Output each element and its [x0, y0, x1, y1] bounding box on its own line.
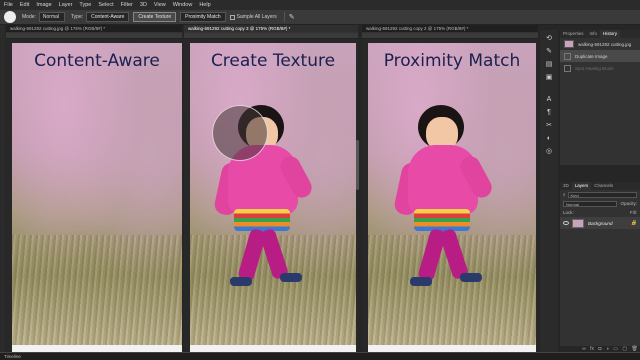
sample-all-layers-label: Sample All Layers: [236, 14, 277, 20]
menu-bar: File Edit Image Layer Type Select Filter…: [0, 0, 640, 10]
menu-image[interactable]: Image: [36, 0, 51, 10]
tab-3d[interactable]: 3D: [560, 182, 572, 190]
paragraph-icon[interactable]: ¶: [544, 109, 554, 117]
layer-name: Background: [588, 220, 613, 226]
mode-select[interactable]: Normal: [38, 12, 65, 22]
lock-label: Lock:: [563, 210, 574, 215]
ruler: [362, 33, 538, 39]
blend-mode-select[interactable]: Normal: [563, 200, 618, 207]
canvas-3[interactable]: Proximity Match: [368, 43, 536, 353]
menu-edit[interactable]: Edit: [20, 0, 29, 10]
tab-channels[interactable]: Channels: [591, 182, 616, 190]
history-item[interactable]: Duplicate Image: [560, 50, 640, 62]
menu-type[interactable]: Type: [79, 0, 91, 10]
history-icon[interactable]: ⟲: [544, 35, 554, 43]
eye-icon[interactable]: [563, 221, 569, 225]
tools-icon[interactable]: ✂: [544, 122, 554, 130]
fill-label: Fill:: [630, 210, 637, 215]
striped-skirt: [234, 209, 290, 231]
mode-label: Mode:: [22, 14, 36, 20]
document-pane-1: walking-591292 cutting.jpg @ 175% (RGB/8…: [6, 25, 182, 356]
history-snapshot[interactable]: walking-591292 cutting.jpg: [560, 38, 640, 50]
method-caption: Content-Aware: [34, 51, 160, 71]
search-icon: ⌕: [563, 192, 566, 197]
shoe: [280, 273, 302, 282]
sample-all-layers-checkbox[interactable]: [229, 14, 235, 20]
history-item[interactable]: Spot Healing Brush: [560, 62, 640, 74]
pressure-icon[interactable]: ✎: [289, 13, 295, 21]
character-icon[interactable]: A: [544, 96, 554, 104]
layers-panel-tabs: 3D Layers Channels: [560, 182, 640, 190]
lock-row: Lock: Fill:: [560, 208, 640, 217]
history-state-icon: [564, 52, 571, 60]
type-label: Type:: [70, 14, 84, 20]
shoe: [230, 277, 252, 286]
tab-info[interactable]: Info: [587, 30, 601, 38]
timeline-bar[interactable]: Timeline: [0, 352, 640, 360]
document-tab-2[interactable]: walking-591292 cutting copy 3 @ 175% (RG…: [184, 25, 358, 33]
canvas-2[interactable]: Create Texture: [190, 43, 356, 353]
brush-settings-icon[interactable]: ▤: [544, 61, 554, 69]
menu-view[interactable]: View: [154, 0, 166, 10]
content-aware-button[interactable]: Content-Aware: [86, 12, 130, 22]
brush-preset-icon[interactable]: [4, 11, 16, 23]
document-tab-3[interactable]: walking-591292 cutting copy 2 @ 175% (RG…: [362, 25, 538, 33]
menu-help[interactable]: Help: [199, 0, 210, 10]
document-pane-3: walking-591292 cutting copy 2 @ 175% (RG…: [362, 25, 538, 356]
divider: [283, 12, 285, 22]
layers-panel: 3D Layers Channels ⌕ Kind Normal Opacity…: [560, 182, 640, 346]
layer-kind-filter[interactable]: Kind: [567, 191, 637, 198]
history-state-icon: [564, 64, 571, 72]
clone-source-icon[interactable]: ▣: [544, 74, 554, 82]
grass: [12, 235, 182, 345]
history-item-label: Spot Healing Brush: [575, 65, 614, 71]
history-panel: Properties Info History walking-591292 c…: [560, 30, 640, 165]
menu-layer[interactable]: Layer: [59, 0, 73, 10]
ruler: [6, 33, 182, 39]
brush-icon[interactable]: ✎: [544, 48, 554, 56]
tools-panel: [0, 25, 5, 360]
opacity-label: Opacity:: [620, 201, 637, 206]
snapshot-label: walking-591292 cutting.jpg: [578, 41, 632, 47]
options-bar: Mode: Normal Type: Content-Aware Create …: [0, 10, 640, 25]
tab-history[interactable]: History: [600, 30, 621, 38]
shoe: [410, 277, 432, 286]
tab-layers[interactable]: Layers: [571, 182, 592, 190]
3d-icon[interactable]: ◎: [544, 148, 554, 156]
method-caption: Proximity Match: [383, 51, 521, 71]
photoshop-window: File Edit Image Layer Type Select Filter…: [0, 0, 640, 360]
menu-select[interactable]: Select: [98, 0, 113, 10]
method-caption: Create Texture: [210, 51, 336, 71]
layer-thumbnail: [572, 218, 584, 228]
adjustments-icon[interactable]: ◐: [544, 135, 554, 143]
document-tab-1[interactable]: walking-591292 cutting.jpg @ 175% (RGB/8…: [6, 25, 182, 33]
layer-filter-row: ⌕ Kind: [560, 190, 640, 199]
brush-cursor: [212, 105, 268, 161]
lock-icon: 🔒: [630, 220, 637, 226]
menu-filter[interactable]: Filter: [121, 0, 133, 10]
history-item-label: Duplicate Image: [575, 53, 608, 59]
striped-skirt: [414, 209, 470, 231]
menu-file[interactable]: File: [4, 0, 13, 10]
snapshot-thumbnail: [564, 40, 574, 48]
tab-properties[interactable]: Properties: [560, 30, 587, 38]
scrollbar[interactable]: [356, 140, 359, 190]
proximity-match-button[interactable]: Proximity Match: [180, 12, 226, 22]
history-panel-tabs: Properties Info History: [560, 30, 640, 38]
shoe: [460, 273, 482, 282]
create-texture-button[interactable]: Create Texture: [133, 12, 177, 22]
document-pane-2: walking-591292 cutting copy 3 @ 175% (RG…: [184, 25, 358, 356]
ruler: [184, 33, 358, 39]
blend-row: Normal Opacity:: [560, 199, 640, 208]
canvas-1[interactable]: Content-Aware: [12, 43, 182, 353]
child-figure: [392, 105, 496, 295]
menu-window[interactable]: Window: [173, 0, 193, 10]
layer-background[interactable]: Background 🔒: [560, 217, 640, 229]
menu-3d[interactable]: 3D: [140, 0, 147, 10]
panel-icon-strip: ⟲ ✎ ▤ ▣ A ¶ ✂ ◐ ◎: [540, 30, 558, 360]
